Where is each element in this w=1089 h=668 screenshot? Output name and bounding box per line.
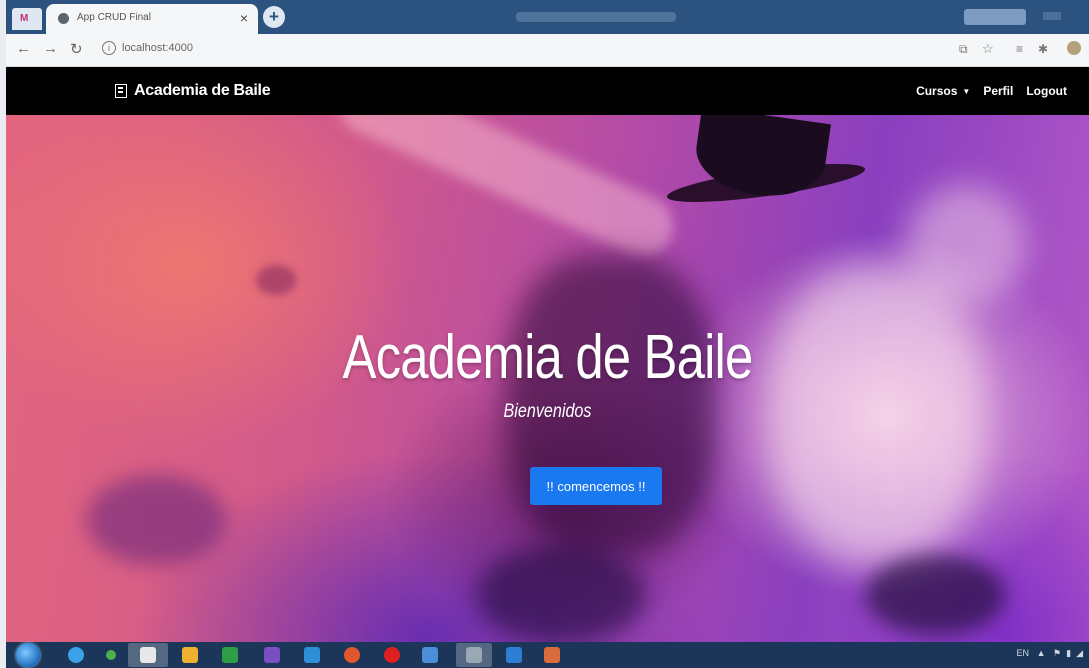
firefox-icon[interactable]	[344, 647, 360, 663]
window-minimize-icon[interactable]	[1043, 12, 1061, 20]
brand-link[interactable]: Academia de Baile	[115, 67, 271, 115]
reload-icon[interactable]: ↻	[70, 40, 83, 58]
volume-icon[interactable]: ◢	[1076, 648, 1083, 658]
app-icon[interactable]	[544, 647, 560, 663]
start-button[interactable]: !! comencemos !!	[530, 467, 662, 505]
ie-icon[interactable]	[68, 647, 84, 663]
hero-subtitle: Bienvenidos	[503, 401, 592, 422]
language-indicator[interactable]: EN	[1017, 648, 1030, 658]
window-icon[interactable]	[466, 647, 482, 663]
back-arrow-icon[interactable]: ←	[16, 40, 31, 57]
browser-toolbar: ← → ↻ i localhost:4000 ⧉ ☆ ≡ ✱	[6, 34, 1089, 67]
onenote-icon[interactable]	[264, 647, 280, 663]
site-navbar: Academia de Baile Cursos ▼ Perfil Logout	[6, 67, 1089, 115]
browser-tabstrip: M App CRUD Final × +	[6, 0, 1089, 34]
puzzle-icon[interactable]: ✱	[1038, 42, 1048, 56]
outlook-icon[interactable]	[304, 647, 320, 663]
globe-icon	[58, 13, 69, 24]
building-icon	[115, 84, 127, 98]
hero-image-arm	[329, 115, 683, 266]
hero-title: Academia de Baile	[342, 323, 754, 392]
folder-icon[interactable]	[182, 647, 198, 663]
url-text[interactable]: localhost:4000	[122, 42, 193, 54]
hero-image-splash	[906, 185, 1026, 305]
explorer-icon[interactable]	[140, 647, 156, 663]
screen: M App CRUD Final × + ← → ↻ i localhost:4…	[6, 0, 1089, 668]
excel-icon[interactable]	[222, 647, 238, 663]
forward-arrow-icon[interactable]: →	[43, 40, 58, 57]
gmail-icon: M	[20, 13, 29, 24]
window-title-blur	[516, 12, 676, 22]
extension-icon[interactable]: ≡	[1016, 42, 1023, 56]
close-icon[interactable]: ×	[240, 10, 248, 26]
new-tab-button[interactable]: +	[263, 6, 285, 28]
opera-icon[interactable]	[384, 647, 400, 663]
hero-image-splash	[86, 475, 226, 565]
os-taskbar: EN ▲ ⚑ ▮ ◢	[6, 642, 1089, 668]
brand-text: Academia de Baile	[134, 82, 271, 99]
nav-logout-link[interactable]: Logout	[1026, 84, 1067, 98]
windows-start-icon[interactable]	[16, 643, 40, 667]
hero-image-splash	[256, 265, 296, 295]
system-tray: EN ▲ ⚑ ▮ ◢	[1017, 648, 1083, 659]
tab-title: App CRUD Final	[77, 12, 151, 23]
app-icon[interactable]	[422, 647, 438, 663]
hero-image-splash	[866, 555, 1006, 635]
address-bar[interactable]: i localhost:4000	[102, 39, 922, 61]
avatar[interactable]	[1067, 41, 1081, 55]
nav-cursos-dropdown[interactable]: Cursos ▼	[916, 84, 970, 98]
nav-perfil-link[interactable]: Perfil	[983, 84, 1013, 98]
translate-icon[interactable]: ⧉	[959, 42, 968, 57]
window-controls-blur	[964, 9, 1026, 25]
flag-icon[interactable]: ⚑	[1053, 648, 1061, 658]
caret-down-icon: ▼	[962, 87, 971, 96]
gmail-pinned-tab[interactable]: M	[12, 8, 42, 30]
tray-arrow-icon[interactable]: ▲	[1032, 648, 1051, 658]
hero-section: Academia de Baile Bienvenidos !! comence…	[6, 115, 1089, 642]
browser-tab[interactable]: App CRUD Final ×	[46, 4, 258, 34]
vscode-icon[interactable]	[506, 647, 522, 663]
info-icon[interactable]: i	[102, 41, 116, 55]
nav-cursos-label: Cursos	[916, 84, 958, 98]
hero-image-splash	[476, 545, 646, 642]
star-icon[interactable]: ☆	[982, 41, 994, 57]
network-icon[interactable]: ▮	[1064, 648, 1074, 658]
chrome-icon[interactable]	[106, 650, 116, 660]
nav-links: Cursos ▼ Perfil Logout	[916, 67, 1067, 115]
